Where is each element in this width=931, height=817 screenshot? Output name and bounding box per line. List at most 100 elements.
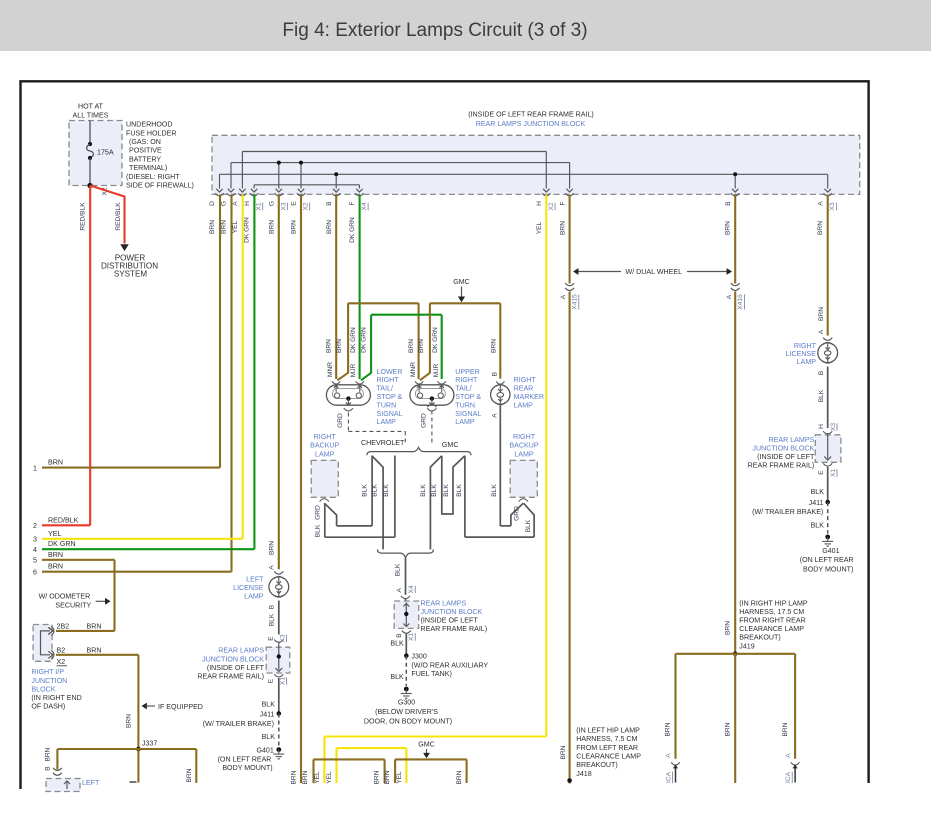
svg-text:LAMP: LAMP xyxy=(797,358,817,366)
svg-text:J418: J418 xyxy=(576,770,591,778)
svg-text:BODY MOUNT): BODY MOUNT) xyxy=(222,764,272,772)
svg-text:(DIESEL: RIGHT: (DIESEL: RIGHT xyxy=(126,173,180,181)
svg-text:(IN LEFT HIP LAMP: (IN LEFT HIP LAMP xyxy=(576,726,640,734)
svg-text:LAMP: LAMP xyxy=(514,450,534,458)
svg-text:X2: X2 xyxy=(548,202,555,210)
svg-text:MNR: MNR xyxy=(327,362,334,377)
svg-text:BRN: BRN xyxy=(302,770,309,784)
svg-text:HOT AT: HOT AT xyxy=(78,103,104,111)
svg-text:FUSE HOLDER: FUSE HOLDER xyxy=(126,129,176,137)
svg-text:REAR LAMPS JUNCTION BLOCK: REAR LAMPS JUNCTION BLOCK xyxy=(476,120,586,128)
svg-text:BRN: BRN xyxy=(290,770,297,784)
svg-text:X1: X1 xyxy=(830,469,837,477)
svg-text:X3: X3 xyxy=(829,202,836,210)
svg-text:FROM LEFT REAR: FROM LEFT REAR xyxy=(576,744,638,752)
svg-text:BRN: BRN xyxy=(291,220,298,234)
svg-text:TURN: TURN xyxy=(455,401,475,409)
svg-text:BRN: BRN xyxy=(725,221,732,235)
svg-text:GRD: GRD xyxy=(513,506,520,521)
svg-text:REAR FRAME RAIL): REAR FRAME RAIL) xyxy=(421,625,488,633)
svg-text:SIGNAL: SIGNAL xyxy=(377,410,403,418)
svg-text:CLEARANCE LAMP: CLEARANCE LAMP xyxy=(739,625,804,633)
svg-text:E: E xyxy=(268,678,275,683)
svg-text:(INSIDE OF LEFT: (INSIDE OF LEFT xyxy=(421,617,479,625)
svg-text:BLK: BLK xyxy=(420,484,427,497)
svg-text:(INSIDE OF LEFT: (INSIDE OF LEFT xyxy=(207,664,265,672)
svg-text:BRN: BRN xyxy=(48,459,63,467)
svg-text:FROM RIGHT REAR: FROM RIGHT REAR xyxy=(739,617,805,625)
svg-text:BRN: BRN xyxy=(45,747,52,761)
svg-text:BLK: BLK xyxy=(525,519,532,532)
svg-text:BRN: BRN xyxy=(559,221,566,235)
svg-text:BRN: BRN xyxy=(418,339,425,353)
svg-text:RIGHT: RIGHT xyxy=(377,376,400,384)
svg-text:SYSTEM: SYSTEM xyxy=(114,270,148,279)
svg-text:BLK: BLK xyxy=(491,484,498,497)
svg-text:4: 4 xyxy=(33,546,37,554)
svg-text:STOP &: STOP & xyxy=(377,393,403,401)
svg-text:BLK: BLK xyxy=(811,521,825,529)
svg-text:(GAS: ON: (GAS: ON xyxy=(129,138,161,146)
svg-text:X3: X3 xyxy=(830,423,837,431)
svg-text:LAMP: LAMP xyxy=(315,450,335,458)
svg-text:H: H xyxy=(244,201,251,206)
svg-text:B2: B2 xyxy=(57,646,66,654)
svg-text:BLK: BLK xyxy=(818,389,825,402)
svg-text:BATTERY: BATTERY xyxy=(129,155,161,163)
svg-text:F: F xyxy=(349,201,356,205)
svg-text:BRN: BRN xyxy=(326,339,333,353)
svg-text:5: 5 xyxy=(33,557,37,565)
svg-text:X1: X1 xyxy=(408,633,415,641)
svg-text:POSITIVE: POSITIVE xyxy=(129,147,162,155)
svg-text:G401: G401 xyxy=(256,746,273,754)
svg-text:UNDERHOOD: UNDERHOOD xyxy=(126,121,173,129)
svg-text:(W/O REAR AUXILIARY: (W/O REAR AUXILIARY xyxy=(411,661,488,669)
svg-text:(IN RIGHT END: (IN RIGHT END xyxy=(31,694,81,702)
svg-text:RED/BLK: RED/BLK xyxy=(79,202,86,231)
svg-text:DK GRN: DK GRN xyxy=(432,327,439,353)
svg-text:REAR FRAME RAIL): REAR FRAME RAIL) xyxy=(197,673,264,681)
svg-text:G: G xyxy=(269,201,276,206)
svg-text:BRN: BRN xyxy=(384,770,391,784)
svg-text:BLK: BLK xyxy=(456,484,463,497)
svg-text:X415: X415 xyxy=(572,294,579,310)
svg-text:BRN: BRN xyxy=(490,339,497,353)
svg-text:X3: X3 xyxy=(279,634,286,642)
svg-text:BLK: BLK xyxy=(390,639,404,647)
svg-text:X4: X4 xyxy=(361,202,368,210)
svg-text:X416: X416 xyxy=(737,294,744,310)
svg-text:MNR: MNR xyxy=(410,362,417,377)
svg-text:UPPER: UPPER xyxy=(455,368,479,376)
svg-text:IF EQUIPPED: IF EQUIPPED xyxy=(158,703,203,711)
svg-text:BRN: BRN xyxy=(326,220,333,234)
svg-text:BACKUP: BACKUP xyxy=(509,442,538,450)
svg-text:RED/BLK: RED/BLK xyxy=(48,516,79,524)
svg-text:2B2: 2B2 xyxy=(57,622,70,630)
svg-text:H: H xyxy=(536,201,543,206)
svg-text:X2: X2 xyxy=(303,202,310,210)
svg-text:B: B xyxy=(725,201,732,206)
svg-text:RIGHT: RIGHT xyxy=(794,342,817,350)
svg-text:BRN: BRN xyxy=(456,770,463,784)
svg-text:A: A xyxy=(726,294,733,299)
svg-text:REAR: REAR xyxy=(514,385,534,393)
svg-text:A: A xyxy=(492,413,499,418)
svg-text:GMC: GMC xyxy=(442,441,459,449)
svg-text:DK GRN: DK GRN xyxy=(48,540,76,548)
svg-text:BRN: BRN xyxy=(336,339,343,353)
svg-text:REAR FRAME RAIL): REAR FRAME RAIL) xyxy=(748,462,815,470)
svg-text:BRN: BRN xyxy=(186,768,193,782)
svg-text:JUNCTION BLOCK: JUNCTION BLOCK xyxy=(421,608,483,616)
svg-text:YEL: YEL xyxy=(536,221,543,234)
svg-text:BRN: BRN xyxy=(374,770,381,784)
svg-text:B: B xyxy=(45,766,52,771)
svg-text:J419: J419 xyxy=(739,642,754,650)
svg-text:OF DASH): OF DASH) xyxy=(31,703,65,711)
svg-text:BRN: BRN xyxy=(560,745,567,759)
svg-text:BLK: BLK xyxy=(395,563,402,576)
svg-text:BRN: BRN xyxy=(818,307,825,321)
svg-text:MJR: MJR xyxy=(433,363,440,377)
svg-text:DK GRN: DK GRN xyxy=(361,327,368,353)
svg-text:GMC: GMC xyxy=(453,278,470,286)
svg-text:(IN RIGHT HIP LAMP: (IN RIGHT HIP LAMP xyxy=(739,599,808,607)
